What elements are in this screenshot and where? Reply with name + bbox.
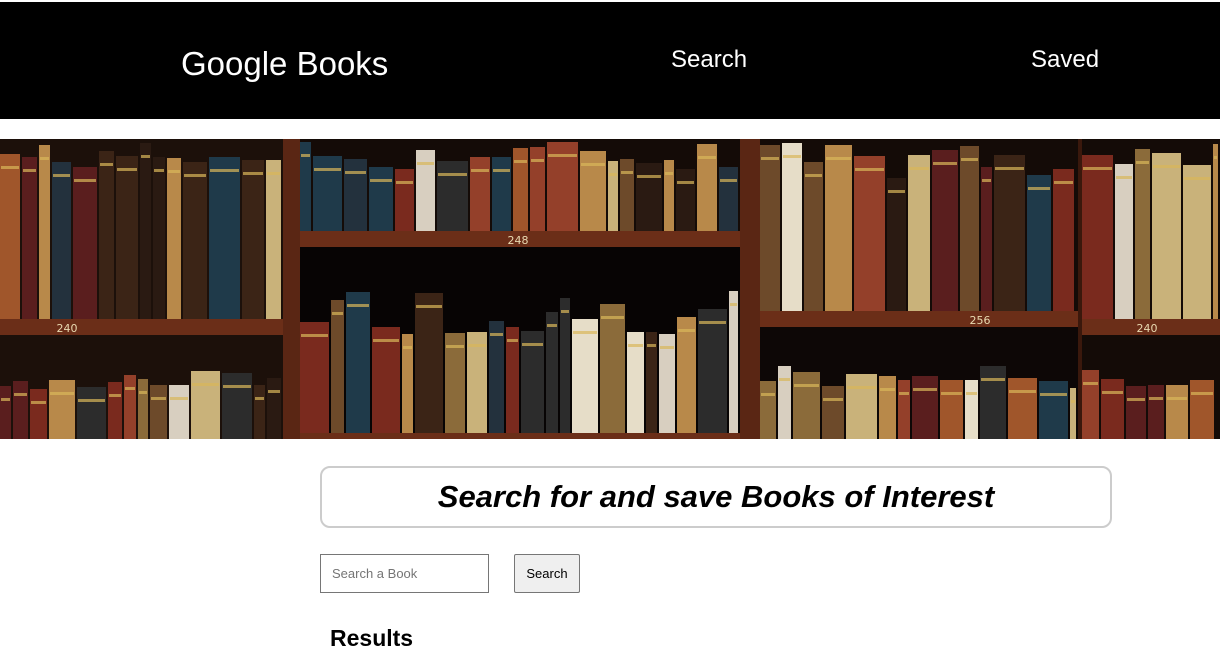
bookshelf-illustration: 240 248 256 240	[0, 139, 1220, 439]
page-title: Search for and save Books of Interest	[437, 479, 995, 514]
nav-link-saved[interactable]: Saved	[1031, 45, 1099, 75]
shelf-number-label: 240	[1137, 322, 1158, 335]
shelf-number-label: 248	[508, 234, 529, 247]
results-heading: Results	[330, 625, 414, 651]
navbar: Google Books Search Saved	[0, 2, 1220, 119]
page-title-box: Search for and save Books of Interest	[320, 466, 1112, 528]
shelf-number-label: 256	[970, 314, 991, 327]
book-search-input[interactable]	[320, 554, 489, 593]
hero-bookshelf-image: 240 248 256 240	[0, 139, 1220, 439]
search-button[interactable]: Search	[514, 554, 580, 593]
shelf-number-label: 240	[57, 322, 78, 335]
nav-link-search[interactable]: Search	[671, 45, 747, 75]
brand-link[interactable]: Google Books	[181, 44, 388, 84]
